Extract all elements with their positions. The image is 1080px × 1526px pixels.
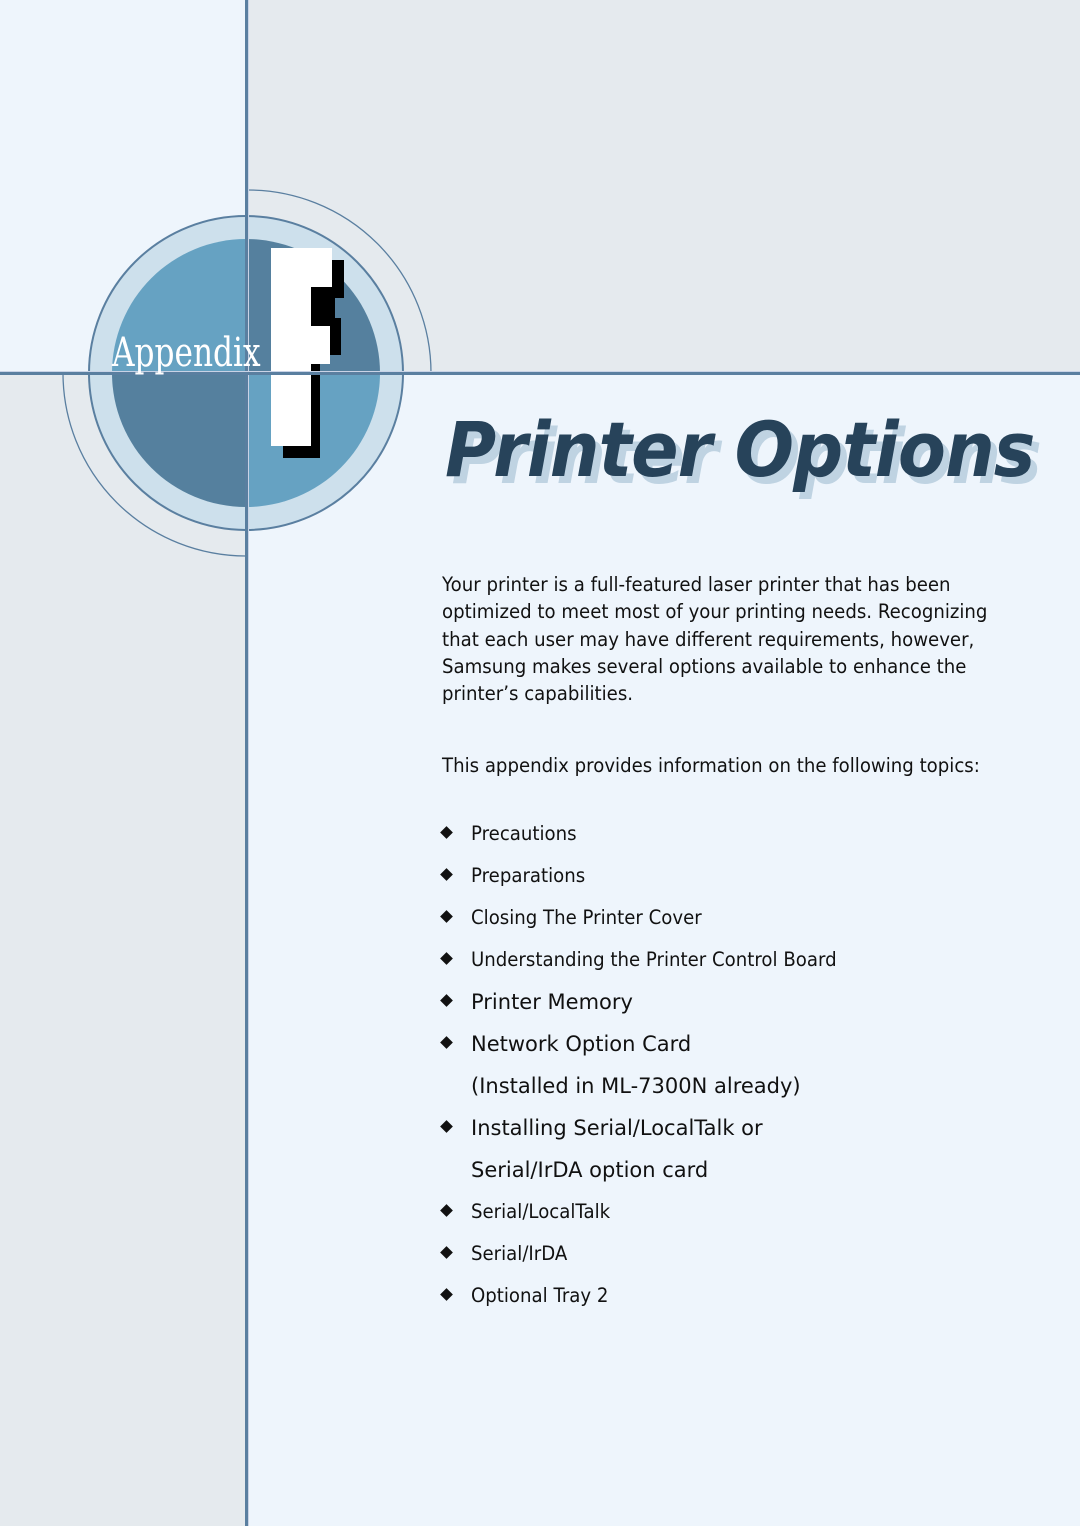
appendix-label: Appendix [112, 330, 261, 376]
intro-paragraph: Your printer is a full-featured laser pr… [442, 573, 988, 706]
page-title: Printer Options [445, 405, 1035, 494]
vertical-rule [245, 0, 248, 1526]
topics-intro: This appendix provides information on th… [442, 754, 980, 777]
appendix-emblem [62, 189, 432, 557]
